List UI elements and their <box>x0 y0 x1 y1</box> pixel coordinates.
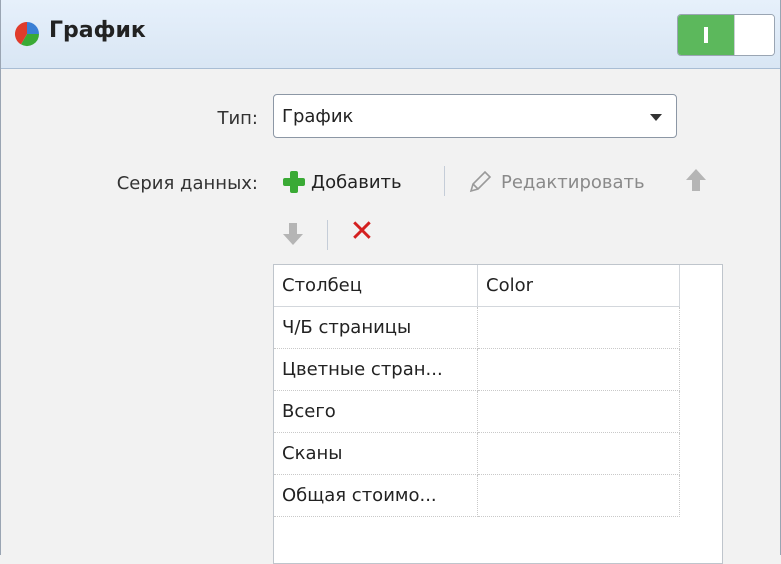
table-row[interactable]: Общая стоимо... <box>274 475 680 517</box>
type-label: Тип: <box>217 108 258 129</box>
toggle-knob[interactable] <box>734 15 774 55</box>
edit-series-button[interactable]: Редактировать <box>467 164 645 200</box>
chart-settings-panel: График Тип: График Серия данных: Добавит… <box>0 0 781 564</box>
data-series-table: Столбец Color Ч/Б страницы Цветные стран… <box>273 264 723 564</box>
series-column-cell: Ч/Б страницы <box>274 307 478 349</box>
chart-type-value: График <box>282 106 354 127</box>
series-column-cell: Общая стоимо... <box>274 475 478 517</box>
series-column-cell: Цветные стран... <box>274 349 478 391</box>
table-row[interactable]: Ч/Б страницы <box>274 307 680 349</box>
data-series-label: Серия данных: <box>116 173 258 194</box>
add-series-button[interactable]: Добавить <box>283 164 402 200</box>
column-header[interactable]: Столбец <box>274 265 478 307</box>
plus-icon <box>283 171 305 193</box>
chart-type-select[interactable]: График <box>273 94 677 138</box>
dropdown-caret-icon <box>650 114 662 121</box>
series-color-cell[interactable] <box>478 475 680 517</box>
pencil-icon <box>469 170 492 193</box>
column-header[interactable]: Color <box>478 265 680 307</box>
panel-title: График <box>49 18 146 43</box>
toggle-on-mark <box>704 27 708 43</box>
table-row[interactable]: Сканы <box>274 433 680 475</box>
table-row[interactable]: Всего <box>274 391 680 433</box>
series-color-cell[interactable] <box>478 433 680 475</box>
move-up-arrow-icon[interactable] <box>685 168 707 192</box>
series-color-cell[interactable] <box>478 349 680 391</box>
table-row[interactable]: Цветные стран... <box>274 349 680 391</box>
pie-chart-icon <box>14 21 39 47</box>
add-series-label: Добавить <box>311 171 402 193</box>
series-color-cell[interactable] <box>478 307 680 349</box>
toolbar-separator <box>444 166 445 196</box>
delete-icon[interactable]: ✕ <box>349 217 375 247</box>
enable-toggle[interactable] <box>677 14 775 56</box>
panel-header: График <box>1 0 780 69</box>
move-down-arrow-icon[interactable] <box>282 222 304 246</box>
series-column-cell: Всего <box>274 391 478 433</box>
table-header: Столбец Color <box>274 265 680 307</box>
toolbar-separator <box>327 220 328 250</box>
edit-series-label: Редактировать <box>501 171 645 193</box>
series-color-cell[interactable] <box>478 391 680 433</box>
series-column-cell: Сканы <box>274 433 478 475</box>
